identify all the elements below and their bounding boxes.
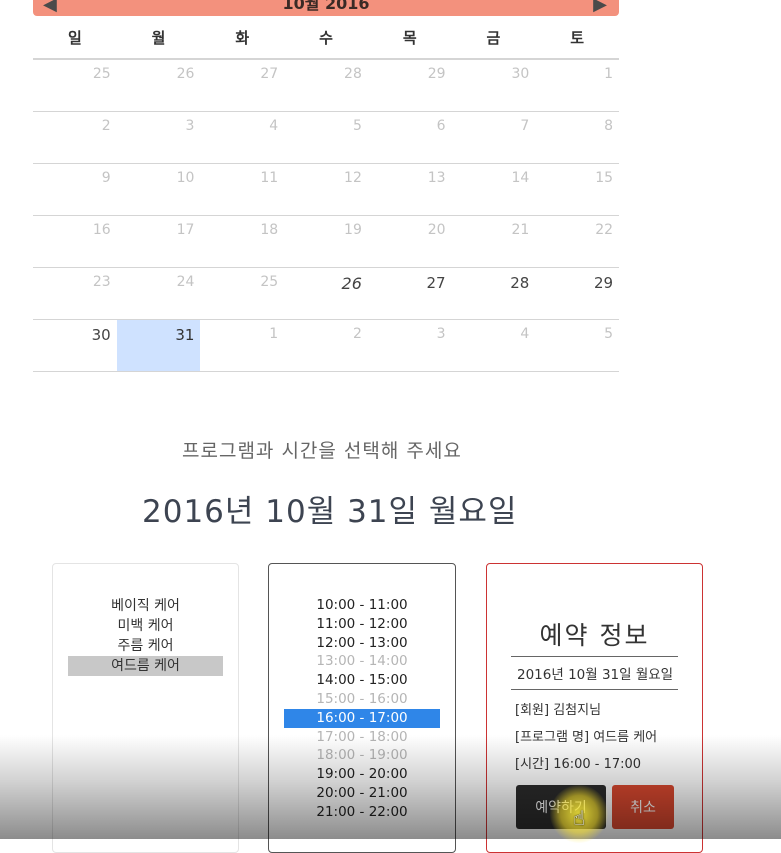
program-list: 베이직 케어 미백 케어 주름 케어 여드름 케어 bbox=[53, 596, 238, 676]
calendar: ◀ 10월 2016 ▶ 일 월 화 수 목 금 토 25 26 27 28 29 30 1… bbox=[33, 0, 619, 372]
calendar-day[interactable]: 26 bbox=[284, 268, 368, 319]
calendar-day[interactable]: 11 bbox=[200, 164, 284, 215]
calendar-day[interactable]: 23 bbox=[33, 268, 117, 319]
time-slot: 15:00 - 16:00 bbox=[316, 690, 408, 707]
calendar-day[interactable]: 4 bbox=[200, 112, 284, 163]
calendar-day[interactable]: 22 bbox=[535, 216, 619, 267]
calendar-day[interactable]: 20 bbox=[368, 216, 452, 267]
time-slot: 13:00 - 14:00 bbox=[316, 653, 408, 670]
weekday-label: 토 bbox=[570, 28, 585, 47]
calendar-week-row: 2345678 bbox=[33, 112, 619, 164]
calendar-day[interactable]: 14 bbox=[452, 164, 536, 215]
calendar-day[interactable]: 18 bbox=[200, 216, 284, 267]
reservation-info-panel: 예약 정보 2016년 10월 31일 월요일 [회원] 김첨지님 [프로그램 … bbox=[486, 563, 703, 853]
calendar-day[interactable]: 2 bbox=[33, 112, 117, 163]
calendar-week-row: 16 17 18 19 20 21 22 bbox=[33, 216, 619, 268]
calendar-day[interactable]: 25 bbox=[33, 60, 117, 111]
divider bbox=[511, 689, 678, 690]
instruction-text: 프로그램과 시간을 선택해 주세요 bbox=[182, 440, 462, 462]
calendar-day[interactable]: 30 bbox=[452, 60, 536, 111]
program-item[interactable]: 주름 케어 bbox=[68, 636, 223, 656]
calendar-day[interactable]: 9 bbox=[33, 164, 117, 215]
calendar-day[interactable]: 26 bbox=[117, 60, 201, 111]
reserve-button[interactable]: 예약하기 bbox=[516, 785, 606, 829]
weekday-label: 수 bbox=[319, 28, 333, 47]
calendar-month-title: 10월 2016 bbox=[282, 0, 370, 13]
calendar-day[interactable]: 2 bbox=[284, 320, 368, 371]
time-slot[interactable]: 19:00 - 20:00 bbox=[284, 765, 440, 784]
time-slot-list: 10:00 - 11:00 11:00 - 12:00 12:00 - 13:00 1… bbox=[269, 596, 455, 822]
time-slot[interactable]: 12:00 - 13:00 bbox=[284, 634, 440, 653]
calendar-day[interactable]: 12 bbox=[284, 164, 368, 215]
calendar-day[interactable]: 28 bbox=[284, 60, 368, 111]
weekday-label: 화 bbox=[235, 28, 250, 47]
calendar-day[interactable]: 7 bbox=[452, 112, 536, 163]
calendar-day[interactable]: 4 bbox=[452, 320, 536, 371]
calendar-day[interactable]: 28 bbox=[452, 268, 536, 319]
reservation-info-title: 예약 정보 bbox=[539, 621, 650, 650]
calendar-day[interactable]: 16 bbox=[33, 216, 117, 267]
prev-month-icon[interactable]: ◀ bbox=[43, 0, 57, 14]
calendar-day[interactable]: 3 bbox=[368, 320, 452, 371]
calendar-day[interactable]: 29 bbox=[535, 268, 619, 319]
calendar-week-row: 30 31 1 2 3 4 5 bbox=[33, 320, 619, 372]
calendar-day[interactable]: 29 bbox=[368, 60, 452, 111]
divider bbox=[511, 656, 678, 657]
calendar-day[interactable]: 8 bbox=[535, 112, 619, 163]
calendar-day[interactable]: 30 bbox=[33, 320, 117, 371]
weekday-label: 월 bbox=[151, 28, 166, 47]
time-slot[interactable]: 11:00 - 12:00 bbox=[284, 615, 440, 634]
cancel-button[interactable]: 취소 bbox=[612, 785, 674, 829]
next-month-icon[interactable]: ▶ bbox=[593, 0, 607, 14]
calendar-day[interactable]: 10 bbox=[117, 164, 201, 215]
calendar-day[interactable]: 21 bbox=[452, 216, 536, 267]
weekday-label: 금 bbox=[486, 28, 501, 47]
calendar-day[interactable]: 27 bbox=[200, 60, 284, 111]
reservation-time: [시간] 16:00 - 17:00 bbox=[515, 757, 642, 772]
calendar-day[interactable]: 27 bbox=[368, 268, 452, 319]
calendar-week-row: 23 24 25 26 27 28 29 bbox=[33, 268, 619, 320]
program-item[interactable]: 베이직 케어 bbox=[68, 596, 223, 616]
calendar-week-row: 9 10 11 12 13 14 15 bbox=[33, 164, 619, 216]
weekday-row: 일 월 화 수 목 금 토 bbox=[33, 16, 619, 60]
calendar-day[interactable]: 25 bbox=[200, 268, 284, 319]
time-slot[interactable]: 14:00 - 15:00 bbox=[284, 671, 440, 690]
reservation-date: 2016년 10월 31일 월요일 bbox=[517, 667, 674, 683]
program-panel: 베이직 케어 미백 케어 주름 케어 여드름 케어 bbox=[52, 563, 239, 853]
calendar-day[interactable]: 31 bbox=[116, 320, 201, 371]
weekday-label: 목 bbox=[402, 28, 417, 47]
calendar-grid: 25 26 27 28 29 30 1 2 3 4 5 6 7 8 9 10 11 12 13 14 15 16 17 18 1… bbox=[33, 60, 619, 372]
time-slot[interactable]: 16:00 - 17:00 bbox=[284, 708, 440, 728]
calendar-day[interactable]: 1 bbox=[535, 60, 619, 111]
time-slot[interactable]: 21:00 - 22:00 bbox=[284, 803, 440, 822]
calendar-day[interactable]: 13 bbox=[368, 164, 452, 215]
time-slot[interactable]: 20:00 - 21:00 bbox=[284, 784, 440, 803]
hand-pointer-icon: ☝ bbox=[573, 806, 586, 830]
calendar-day[interactable]: 5 bbox=[284, 112, 368, 163]
program-item[interactable]: 여드름 케어 bbox=[68, 656, 223, 676]
time-slot[interactable]: 10:00 - 11:00 bbox=[284, 596, 440, 615]
time-slot: 17:00 - 18:00 bbox=[316, 728, 408, 745]
calendar-day[interactable]: 1 bbox=[200, 320, 284, 371]
weekday-label: 일 bbox=[67, 28, 82, 47]
calendar-day[interactable]: 17 bbox=[117, 216, 201, 267]
time-slot: 18:00 - 19:00 bbox=[316, 747, 408, 764]
calendar-day[interactable]: 24 bbox=[117, 268, 201, 319]
calendar-day[interactable]: 19 bbox=[284, 216, 368, 267]
calendar-day[interactable]: 6 bbox=[368, 112, 452, 163]
calendar-day[interactable]: 15 bbox=[535, 164, 619, 215]
program-item[interactable]: 미백 케어 bbox=[68, 616, 223, 636]
reservation-actions: 예약하기 취소 bbox=[516, 785, 674, 829]
calendar-day[interactable]: 5 bbox=[535, 320, 619, 371]
calendar-day[interactable]: 3 bbox=[117, 112, 201, 163]
reservation-program: [프로그램 명] 여드름 케어 bbox=[515, 730, 658, 745]
time-panel: 10:00 - 11:00 11:00 - 12:00 12:00 - 13:00 1… bbox=[268, 563, 456, 853]
calendar-header: ◀ 10월 2016 ▶ bbox=[33, 0, 619, 16]
reservation-member: [회원] 김첨지님 bbox=[515, 703, 602, 718]
calendar-week-row: 25 26 27 28 29 30 1 bbox=[33, 60, 619, 112]
selected-date-heading: 2016년 10월 31일 월요일 bbox=[142, 494, 518, 530]
